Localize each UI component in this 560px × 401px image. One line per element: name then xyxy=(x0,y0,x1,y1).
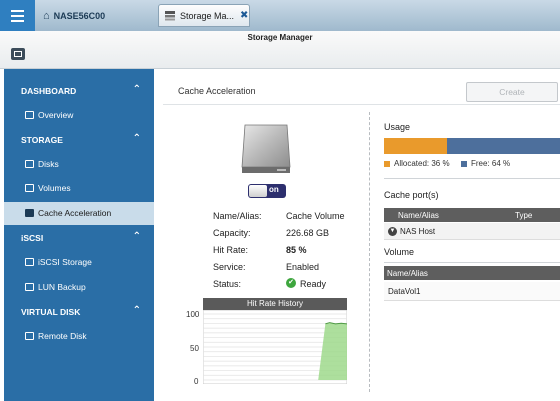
sidebar-item-overview[interactable]: Overview xyxy=(4,104,154,127)
section-title: iSCSI xyxy=(21,233,44,243)
volume-header: Name/Alias xyxy=(384,266,560,280)
prop-label: Service: xyxy=(213,262,246,272)
sidebar-item-label: Remote Disk xyxy=(38,331,87,341)
column-header: Name/Alias xyxy=(387,269,428,278)
cache-ports-header: Name/Alias Type xyxy=(384,208,560,222)
allocated-swatch xyxy=(384,160,390,167)
disks-icon xyxy=(25,160,34,168)
chart-title: Hit Rate History xyxy=(203,298,347,310)
sidebar-item-iscsi-storage[interactable]: iSCSI Storage xyxy=(4,251,154,274)
iscsi-storage-icon xyxy=(25,258,34,266)
prop-value: 226.68 GB xyxy=(286,228,330,238)
section-title: STORAGE xyxy=(21,135,63,145)
toggle-label: on xyxy=(269,185,279,194)
ssd-disk-icon xyxy=(241,124,291,173)
section-dashboard[interactable]: DASHBOARD ⌃ xyxy=(4,80,154,102)
divider xyxy=(384,178,560,179)
collapse-icon[interactable]: ⌃ xyxy=(133,133,141,144)
home-icon: ⌂ xyxy=(43,9,50,22)
tab-home[interactable]: ⌂ NASE56C00 xyxy=(37,4,155,27)
close-tab-icon[interactable]: ✖ xyxy=(240,10,248,21)
sidebar-item-label: Overview xyxy=(38,110,74,120)
section-storage[interactable]: STORAGE ⌃ xyxy=(4,129,154,151)
section-title: DASHBOARD xyxy=(21,86,77,96)
prop-value: Ready xyxy=(300,279,327,289)
y-tick-label: 50 xyxy=(190,344,199,353)
legend-label: Allocated: 36 % xyxy=(394,159,450,168)
prop-value: 85 % xyxy=(286,245,307,255)
top-bar: ⌂ NASE56C00 Storage Ma... ✖ xyxy=(0,0,560,32)
menu-icon[interactable] xyxy=(0,0,35,31)
table-row[interactable]: DataVol1 xyxy=(384,282,560,301)
sidebar-item-lun-backup[interactable]: LUN Backup xyxy=(4,276,154,299)
table-row[interactable]: ▼ NAS Host xyxy=(384,223,560,240)
volume-title: Volume xyxy=(384,247,415,257)
section-virtual-disk[interactable]: VIRTUAL DISK ⌃ xyxy=(4,301,154,323)
sidebar: DASHBOARD ⌃ Overview STORAGE ⌃ Disks Vol… xyxy=(4,69,154,401)
tab-storage-manager[interactable]: Storage Ma... ✖ xyxy=(158,4,250,27)
app-title: Storage Manager xyxy=(247,33,313,42)
status-ok-icon: ✔ xyxy=(286,278,296,288)
table-cell: NAS Host xyxy=(400,227,436,236)
y-tick-label: 100 xyxy=(186,310,200,319)
app-tab-label: Storage Ma... xyxy=(180,10,235,21)
create-button[interactable]: Create xyxy=(466,82,558,102)
table-cell: DataVol1 xyxy=(388,287,421,296)
overview-icon xyxy=(25,111,34,119)
section-title: VIRTUAL DISK xyxy=(21,307,81,317)
sidebar-item-cache-acceleration[interactable]: Cache Acceleration xyxy=(4,202,154,225)
cache-icon xyxy=(25,209,34,217)
sidebar-item-label: iSCSI Storage xyxy=(38,257,92,267)
y-tick-label: 0 xyxy=(194,377,199,386)
free-swatch xyxy=(461,160,467,167)
sidebar-item-remote-disk[interactable]: Remote Disk xyxy=(4,325,154,348)
collapse-icon[interactable]: ⌃ xyxy=(133,305,141,316)
lun-backup-icon xyxy=(25,283,34,291)
toggle-knob xyxy=(249,185,267,197)
storage-manager-icon xyxy=(165,11,175,21)
column-header: Type xyxy=(515,211,533,220)
section-iscsi[interactable]: iSCSI ⌃ xyxy=(4,227,154,249)
prop-label: Capacity: xyxy=(213,228,251,238)
sidebar-item-label: LUN Backup xyxy=(38,282,86,292)
cache-ports-title: Cache port(s) xyxy=(384,190,439,200)
hit-rate-chart xyxy=(203,310,347,384)
legend-allocated: Allocated: 36 % xyxy=(384,159,450,168)
prop-label: Status: xyxy=(213,279,242,289)
volumes-icon xyxy=(25,184,34,192)
remote-disk-icon xyxy=(25,332,34,340)
usage-bar xyxy=(384,138,560,154)
sidebar-item-disks[interactable]: Disks xyxy=(4,153,154,176)
usage-allocated-fill xyxy=(384,138,448,154)
prop-value: Cache Volume xyxy=(286,211,345,221)
chevron-down-icon[interactable]: ▼ xyxy=(388,227,397,236)
legend-label: Free: 64 % xyxy=(471,159,511,168)
sidebar-item-volumes[interactable]: Volumes xyxy=(4,177,154,200)
panel-divider xyxy=(369,112,370,392)
column-header: Name/Alias xyxy=(398,211,439,220)
prop-label: Name/Alias: xyxy=(213,211,262,221)
collapse-icon[interactable]: ⌃ xyxy=(133,231,141,242)
app-title-bar: Storage Manager xyxy=(0,31,560,69)
home-tab-label: NASE56C00 xyxy=(53,10,106,21)
divider xyxy=(384,262,560,263)
cache-toggle-switch[interactable]: on xyxy=(248,184,286,198)
prop-value: Enabled xyxy=(286,262,320,272)
sidebar-item-label: Disks xyxy=(38,159,59,169)
page-title: Cache Acceleration xyxy=(178,86,256,96)
usage-title: Usage xyxy=(384,122,411,132)
app-window-icon[interactable] xyxy=(11,48,25,60)
sidebar-item-label: Cache Acceleration xyxy=(38,208,112,218)
legend-free: Free: 64 % xyxy=(461,159,510,168)
collapse-icon[interactable]: ⌃ xyxy=(133,84,141,95)
prop-label: Hit Rate: xyxy=(213,245,249,255)
sidebar-item-label: Volumes xyxy=(38,183,71,193)
